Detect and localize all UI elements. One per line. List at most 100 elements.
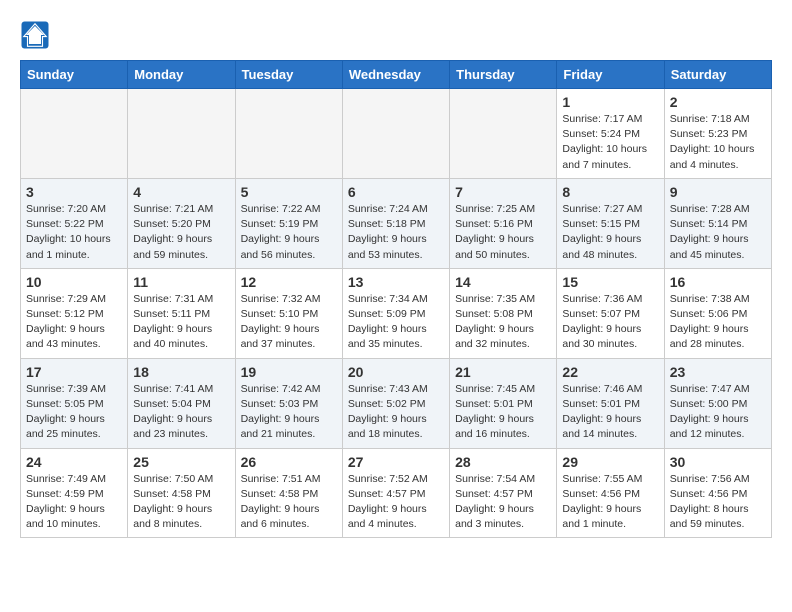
day-number: 28 — [455, 454, 551, 470]
day-info: Sunrise: 7:45 AM Sunset: 5:01 PM Dayligh… — [455, 382, 551, 443]
day-number: 1 — [562, 94, 658, 110]
calendar-cell: 18Sunrise: 7:41 AM Sunset: 5:04 PM Dayli… — [128, 358, 235, 448]
calendar-cell: 24 Sunrise: 7:49 AM Sunset: 4:59 PM Dayli… — [21, 448, 128, 538]
day-number: 29 — [562, 454, 658, 470]
day-number: 3 — [26, 184, 122, 200]
day-info: Sunrise: 7:47 AM Sunset: 5:00 PM Dayligh… — [670, 382, 766, 443]
day-number: 11 — [133, 274, 229, 290]
day-number: 19 — [241, 364, 337, 380]
day-number: 21 — [455, 364, 551, 380]
weekday-header-wednesday: Wednesday — [342, 61, 449, 89]
day-number: 30 — [670, 454, 766, 470]
calendar-week-row: 10 Sunrise: 7:29 AM Sunset: 5:12 PM Dayli… — [21, 268, 772, 358]
calendar-week-row: 1 Sunrise: 7:17 AM Sunset: 5:24 PM Daylig… — [21, 89, 772, 179]
calendar-cell: 15 Sunrise: 7:36 AM Sunset: 5:07 PM Dayli… — [557, 268, 664, 358]
page-header — [20, 20, 772, 50]
calendar-cell — [342, 89, 449, 179]
day-info: Sunrise: 7:43 AM Sunset: 5:02 PM Dayligh… — [348, 382, 444, 443]
day-info: Sunrise: 7:50 AM Sunset: 4:58 PM Dayligh… — [133, 472, 229, 533]
calendar-cell: 4 Sunrise: 7:21 AM Sunset: 5:20 PM Daylig… — [128, 178, 235, 268]
day-number: 5 — [241, 184, 337, 200]
calendar-cell: 3 Sunrise: 7:20 AM Sunset: 5:22 PM Daylig… — [21, 178, 128, 268]
day-info: Sunrise: 7:42 AM Sunset: 5:03 PM Dayligh… — [241, 382, 337, 443]
calendar-cell: 20 Sunrise: 7:43 AM Sunset: 5:02 PM Dayli… — [342, 358, 449, 448]
calendar-header-row: SundayMondayTuesdayWednesdayThursdayFrid… — [21, 61, 772, 89]
day-number: 7 — [455, 184, 551, 200]
day-info: Sunrise: 7:31 AM Sunset: 5:11 PM Dayligh… — [133, 292, 229, 353]
day-number: 20 — [348, 364, 444, 380]
day-number: 12 — [241, 274, 337, 290]
weekday-header-thursday: Thursday — [450, 61, 557, 89]
calendar-cell: 2 Sunrise: 7:18 AM Sunset: 5:23 PM Daylig… — [664, 89, 771, 179]
calendar-cell: 27 Sunrise: 7:52 AM Sunset: 4:57 PM Dayli… — [342, 448, 449, 538]
calendar-week-row: 24 Sunrise: 7:49 AM Sunset: 4:59 PM Dayli… — [21, 448, 772, 538]
weekday-header-friday: Friday — [557, 61, 664, 89]
day-number: 13 — [348, 274, 444, 290]
calendar-cell: 13 Sunrise: 7:34 AM Sunset: 5:09 PM Dayli… — [342, 268, 449, 358]
calendar-cell — [21, 89, 128, 179]
day-info: Sunrise: 7:32 AM Sunset: 5:10 PM Dayligh… — [241, 292, 337, 353]
calendar-table: SundayMondayTuesdayWednesdayThursdayFrid… — [20, 60, 772, 538]
day-number: 27 — [348, 454, 444, 470]
calendar-cell: 11 Sunrise: 7:31 AM Sunset: 5:11 PM Dayli… — [128, 268, 235, 358]
day-number: 9 — [670, 184, 766, 200]
day-number: 25 — [133, 454, 229, 470]
calendar-cell: 16Sunrise: 7:38 AM Sunset: 5:06 PM Dayli… — [664, 268, 771, 358]
calendar-cell — [128, 89, 235, 179]
calendar-cell: 26 Sunrise: 7:51 AM Sunset: 4:58 PM Dayli… — [235, 448, 342, 538]
day-info: Sunrise: 7:49 AM Sunset: 4:59 PM Dayligh… — [26, 472, 122, 533]
day-info: Sunrise: 7:54 AM Sunset: 4:57 PM Dayligh… — [455, 472, 551, 533]
calendar-cell: 7 Sunrise: 7:25 AM Sunset: 5:16 PM Daylig… — [450, 178, 557, 268]
day-info: Sunrise: 7:17 AM Sunset: 5:24 PM Dayligh… — [562, 112, 658, 173]
calendar-cell: 8Sunrise: 7:27 AM Sunset: 5:15 PM Daylig… — [557, 178, 664, 268]
calendar-cell: 22 Sunrise: 7:46 AM Sunset: 5:01 PM Dayli… — [557, 358, 664, 448]
calendar-cell: 1 Sunrise: 7:17 AM Sunset: 5:24 PM Daylig… — [557, 89, 664, 179]
day-info: Sunrise: 7:18 AM Sunset: 5:23 PM Dayligh… — [670, 112, 766, 173]
day-info: Sunrise: 7:41 AM Sunset: 5:04 PM Dayligh… — [133, 382, 229, 443]
calendar-cell: 12 Sunrise: 7:32 AM Sunset: 5:10 PM Dayli… — [235, 268, 342, 358]
day-info: Sunrise: 7:46 AM Sunset: 5:01 PM Dayligh… — [562, 382, 658, 443]
calendar-cell — [450, 89, 557, 179]
day-number: 16 — [670, 274, 766, 290]
calendar-week-row: 17Sunrise: 7:39 AM Sunset: 5:05 PM Dayli… — [21, 358, 772, 448]
day-number: 15 — [562, 274, 658, 290]
day-info: Sunrise: 7:55 AM Sunset: 4:56 PM Dayligh… — [562, 472, 658, 533]
day-number: 26 — [241, 454, 337, 470]
day-info: Sunrise: 7:34 AM Sunset: 5:09 PM Dayligh… — [348, 292, 444, 353]
day-info: Sunrise: 7:29 AM Sunset: 5:12 PM Dayligh… — [26, 292, 122, 353]
calendar-cell: 10 Sunrise: 7:29 AM Sunset: 5:12 PM Dayli… — [21, 268, 128, 358]
day-info: Sunrise: 7:51 AM Sunset: 4:58 PM Dayligh… — [241, 472, 337, 533]
weekday-header-saturday: Saturday — [664, 61, 771, 89]
day-info: Sunrise: 7:39 AM Sunset: 5:05 PM Dayligh… — [26, 382, 122, 443]
calendar-cell: 28 Sunrise: 7:54 AM Sunset: 4:57 PM Dayli… — [450, 448, 557, 538]
day-number: 10 — [26, 274, 122, 290]
day-info: Sunrise: 7:35 AM Sunset: 5:08 PM Dayligh… — [455, 292, 551, 353]
logo — [20, 20, 54, 50]
logo-icon — [20, 20, 50, 50]
day-number: 6 — [348, 184, 444, 200]
calendar-cell: 29 Sunrise: 7:55 AM Sunset: 4:56 PM Dayli… — [557, 448, 664, 538]
day-info: Sunrise: 7:24 AM Sunset: 5:18 PM Dayligh… — [348, 202, 444, 263]
day-info: Sunrise: 7:52 AM Sunset: 4:57 PM Dayligh… — [348, 472, 444, 533]
day-info: Sunrise: 7:25 AM Sunset: 5:16 PM Dayligh… — [455, 202, 551, 263]
calendar-cell: 14Sunrise: 7:35 AM Sunset: 5:08 PM Dayli… — [450, 268, 557, 358]
weekday-header-sunday: Sunday — [21, 61, 128, 89]
calendar-cell: 21 Sunrise: 7:45 AM Sunset: 5:01 PM Dayli… — [450, 358, 557, 448]
day-info: Sunrise: 7:28 AM Sunset: 5:14 PM Dayligh… — [670, 202, 766, 263]
day-number: 4 — [133, 184, 229, 200]
day-number: 2 — [670, 94, 766, 110]
day-info: Sunrise: 7:22 AM Sunset: 5:19 PM Dayligh… — [241, 202, 337, 263]
calendar-cell: 23 Sunrise: 7:47 AM Sunset: 5:00 PM Dayli… — [664, 358, 771, 448]
day-number: 22 — [562, 364, 658, 380]
calendar-cell: 19 Sunrise: 7:42 AM Sunset: 5:03 PM Dayli… — [235, 358, 342, 448]
day-number: 24 — [26, 454, 122, 470]
calendar-cell: 6 Sunrise: 7:24 AM Sunset: 5:18 PM Daylig… — [342, 178, 449, 268]
calendar-cell: 30Sunrise: 7:56 AM Sunset: 4:56 PM Dayli… — [664, 448, 771, 538]
day-number: 23 — [670, 364, 766, 380]
day-info: Sunrise: 7:36 AM Sunset: 5:07 PM Dayligh… — [562, 292, 658, 353]
calendar-cell: 9 Sunrise: 7:28 AM Sunset: 5:14 PM Daylig… — [664, 178, 771, 268]
day-info: Sunrise: 7:21 AM Sunset: 5:20 PM Dayligh… — [133, 202, 229, 263]
weekday-header-monday: Monday — [128, 61, 235, 89]
day-info: Sunrise: 7:20 AM Sunset: 5:22 PM Dayligh… — [26, 202, 122, 263]
calendar-cell: 5 Sunrise: 7:22 AM Sunset: 5:19 PM Daylig… — [235, 178, 342, 268]
